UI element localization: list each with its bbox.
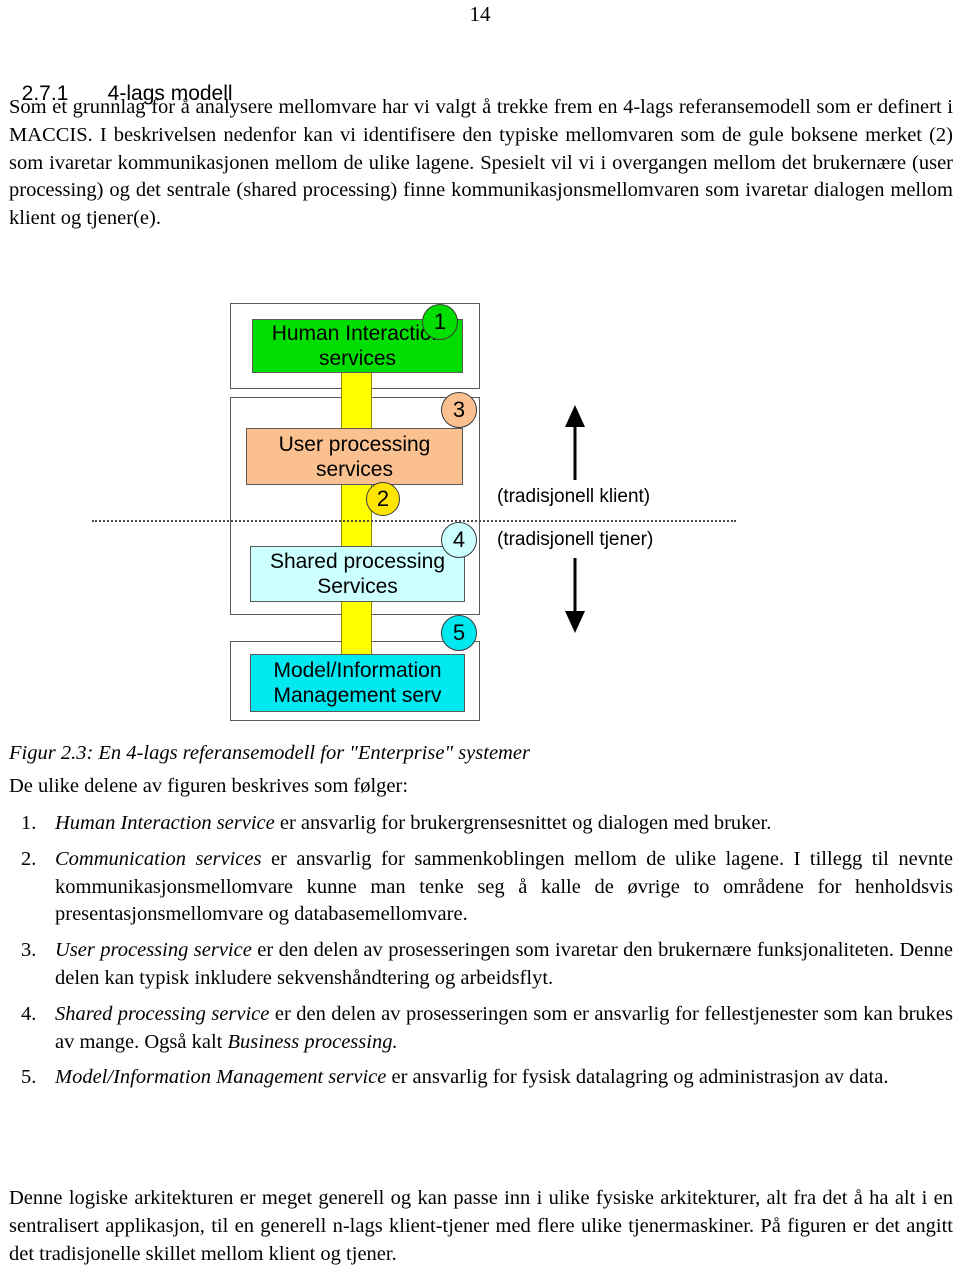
badge-2-communication[interactable]: 2: [366, 482, 400, 516]
list-item-text: er ansvarlig for fysisk datalagring og a…: [386, 1066, 889, 1089]
intro-text: Som et grunnlag for å analysere mellomva…: [9, 96, 959, 230]
list-item-emphasis-2: Business processing.: [227, 1030, 398, 1053]
intro-paragraph: Som et grunnlag for å analysere mellomva…: [9, 94, 953, 233]
list-item-emphasis: User processing service: [55, 939, 252, 962]
badge-1-human-interaction[interactable]: 1: [422, 304, 458, 340]
list-item: 3. User processing service er den delen a…: [9, 937, 953, 993]
figure-caption: Figur 2.3: En 4-lags referansemodell for…: [9, 742, 530, 764]
list-item-marker: 4.: [21, 1002, 37, 1025]
list-item-emphasis: Model/Information Management service: [55, 1066, 387, 1089]
list-item-emphasis: Human Interaction service: [55, 812, 275, 834]
closing-paragraph: Denne logiske arkitekturen er meget gene…: [9, 1187, 953, 1265]
list-item-marker: 5.: [21, 1066, 37, 1089]
communication-connector-top: [341, 366, 372, 434]
layer-box-model-information[interactable]: Model/Information Management serv: [250, 654, 465, 712]
layer-box-user-processing[interactable]: User processing services: [246, 428, 463, 485]
badge-4-shared-processing[interactable]: 4: [441, 522, 477, 558]
list-item-marker: 1.: [21, 812, 37, 834]
label-traditional-client: (tradisjonell klient): [497, 486, 651, 507]
layer-box-shared-processing[interactable]: Shared processing Services: [250, 546, 465, 602]
list-item-marker: 2.: [21, 847, 37, 870]
list-item-emphasis: Communication services: [55, 847, 262, 870]
list-item-text: er ansvarlig for brukergrensesnittet og …: [274, 812, 772, 834]
list-item: 2. Communication services er ansvarlig fo…: [9, 846, 953, 929]
badge-5-model-information[interactable]: 5: [441, 615, 477, 651]
list-intro-text: De ulike delene av figuren beskrives som…: [9, 775, 409, 797]
figure-4-lags-referansemodell: Human Interaction services User processi…: [0, 296, 960, 736]
arrow-down-server: [565, 558, 585, 633]
list-item: 5. Model/Information Management service e…: [9, 1064, 953, 1092]
list-item: 1. Human Interaction service er ansvarlig…: [9, 810, 953, 838]
label-traditional-server: (tradisjonell tjener): [497, 529, 654, 550]
list-item: 4. Shared processing service er den delen…: [9, 1001, 953, 1057]
numbered-list: 1. Human Interaction service er ansvarlig…: [9, 810, 953, 1100]
badge-3-user-processing[interactable]: 3: [441, 392, 477, 428]
client-server-divider: [92, 520, 736, 522]
list-item-marker: 3.: [21, 939, 37, 962]
page-number: 14: [469, 2, 491, 26]
arrow-up-client: [565, 405, 585, 480]
list-item-emphasis: Shared processing service: [55, 1002, 270, 1025]
